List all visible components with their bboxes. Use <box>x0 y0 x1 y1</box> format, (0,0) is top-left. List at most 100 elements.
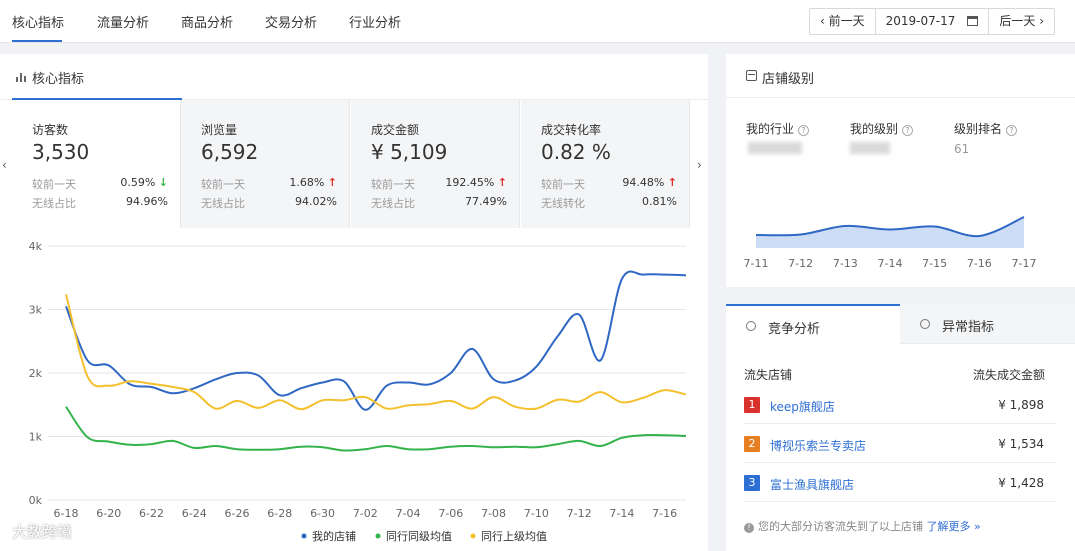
kpi-change-value: 1.68% <box>289 176 325 189</box>
y-tick-label: 1k <box>29 431 43 444</box>
legend-label: 同行上级均值 <box>481 530 547 543</box>
my-level-label: 我的级别? <box>850 120 914 137</box>
shop-link[interactable]: 博视乐索兰专卖店 <box>770 437 866 454</box>
x-tick-label: 7-08 <box>481 507 506 520</box>
x-tick-label: 6-30 <box>310 507 335 520</box>
tab-product-analysis[interactable]: 商品分析 <box>181 12 233 31</box>
table-row: 3 富士渔具旗舰店 ¥ 1,428 <box>744 464 1056 502</box>
x-tick-label: 7-15 <box>922 257 947 270</box>
x-tick-label: 7-12 <box>567 507 592 520</box>
learn-more-link[interactable]: 了解更多 » <box>927 520 981 533</box>
x-tick-label: 7-12 <box>788 257 813 270</box>
calendar-icon <box>967 16 979 26</box>
kpi-value: 6,592 <box>201 140 259 164</box>
tip-text: 您的大部分访客流失到了以上店铺 <box>758 520 923 533</box>
kpi-ratio-row: 无线占比 77.49% <box>371 195 507 211</box>
shop-link[interactable]: 富士渔具旗舰店 <box>770 476 854 493</box>
x-tick-label: 6-24 <box>182 507 207 520</box>
kpi-change-row: 较前一天 94.48% ↑ <box>541 176 677 192</box>
active-tab-indicator <box>12 40 62 42</box>
y-tick-label: 3k <box>29 304 43 317</box>
x-tick-label: 7-04 <box>396 507 421 520</box>
x-tick-label: 7-14 <box>878 257 903 270</box>
help-icon[interactable]: ? <box>798 125 810 136</box>
column-header-amount: 流失成交金额 <box>972 368 1045 382</box>
store-level-panel: 店铺级别 我的行业? 我的级别? 级别排名? 61 7-11 7-12 7-13 7-… <box>726 54 1075 287</box>
y-tick-label: 4k <box>29 240 43 253</box>
next-day-button[interactable]: 后一天 › <box>988 9 1054 34</box>
column-header-shop: 流失店铺 <box>744 368 793 382</box>
trend-line-chart: 0k 1k 2k 3k 4k 6-18 6-20 6-22 6-24 6-26 6-28 6-30 7-… <box>29 240 687 543</box>
x-tick-label: 7-06 <box>438 507 463 520</box>
kpi-change-row: 较前一天 192.45% ↑ <box>371 176 507 192</box>
x-tick-label: 6-20 <box>96 507 121 520</box>
my-industry-label: 我的行业? <box>746 120 810 137</box>
kpi-change-row: 较前一天 1.68% ↑ <box>201 176 337 192</box>
store-level-header: 店铺级别 <box>726 54 1075 98</box>
kpi-value: 3,530 <box>32 140 90 164</box>
blurred-industry-value <box>748 142 802 154</box>
arrow-up-icon: ↑ <box>497 176 507 189</box>
series-line-0 <box>65 270 687 411</box>
store-level-title: 店铺级别 <box>762 72 815 87</box>
x-tick-label: 7-16 <box>652 507 677 520</box>
kpi-ratio-value: 0.81% <box>642 195 677 208</box>
info-icon: ! <box>744 523 754 533</box>
store-icon <box>746 70 757 81</box>
legend-label: 我的店铺 <box>312 529 356 543</box>
kpi-ratio-value: 94.02% <box>295 195 337 208</box>
kpi-change-row: 较前一天 0.59% ↓ <box>32 176 168 192</box>
tab-core-metrics[interactable]: 核心指标 <box>12 12 64 31</box>
kpi-ratio-value: 94.96% <box>126 195 168 208</box>
tab-transaction-analysis[interactable]: 交易分析 <box>265 12 317 31</box>
table-row: 1 keep旗舰店 ¥ 1,898 <box>744 386 1056 424</box>
tab-traffic-analysis[interactable]: 流量分析 <box>97 12 149 31</box>
x-tick-label: 7-17 <box>1012 257 1037 270</box>
y-tick-label: 2k <box>29 367 43 380</box>
kpi-card-pageviews[interactable]: 浏览量 6,592 较前一天 1.68% ↑ 无线占比 94.02% <box>181 100 350 228</box>
kpi-label: 访客数 <box>32 123 69 137</box>
kpi-change-value: 192.45% <box>445 176 495 189</box>
core-metrics-panel: 核心指标 ‹ › 访客数 3,530 较前一天 0.59% ↓ 无线占比 94.96… <box>0 54 708 551</box>
area-fill <box>756 217 1024 248</box>
help-icon[interactable]: ? <box>902 125 914 136</box>
top-nav: 核心指标 流量分析 商品分析 交易分析 行业分析 ‹ 前一天 2019-07-1… <box>0 0 1075 43</box>
arrow-up-icon: ↑ <box>667 176 677 189</box>
competition-tabs: 竞争分析 异常指标 <box>726 304 1075 344</box>
help-icon[interactable]: ? <box>1006 125 1018 136</box>
kpi-ratio-row: 无线占比 94.02% <box>201 195 337 211</box>
kpi-change-label: 较前一天 <box>371 178 415 191</box>
tab-competition[interactable]: 竞争分析 <box>726 304 900 344</box>
kpi-card-gmv[interactable]: 成交金额 ¥ 5,109 较前一天 192.45% ↑ 无线占比 77.49% <box>351 100 520 228</box>
level-trend-chart: 7-11 7-12 7-13 7-14 7-15 7-16 7-17 <box>744 216 1037 270</box>
scroll-right-icon[interactable]: › <box>697 158 702 172</box>
rank-badge: 1 <box>744 397 760 413</box>
tab-industry-analysis[interactable]: 行业分析 <box>349 12 401 31</box>
series-line-1 <box>65 406 687 452</box>
tab-anomaly[interactable]: 异常指标 <box>900 304 1075 344</box>
rank-badge: 3 <box>744 475 760 491</box>
kpi-card-conversion[interactable]: 成交转化率 0.82 % 较前一天 94.48% ↑ 无线转化 0.81% <box>521 100 690 228</box>
kpi-change-label: 较前一天 <box>541 178 585 191</box>
shop-link[interactable]: keep旗舰店 <box>770 398 835 415</box>
prev-day-button[interactable]: ‹ 前一天 <box>810 9 875 34</box>
level-rank-label: 级别排名? <box>954 120 1018 137</box>
kpi-value: 0.82 % <box>541 140 611 164</box>
kpi-ratio-label: 无线占比 <box>201 197 245 210</box>
clock-icon <box>920 319 930 329</box>
competition-icon <box>746 321 756 331</box>
scroll-left-icon[interactable]: ‹ <box>2 158 7 172</box>
x-tick-label: 7-16 <box>967 257 992 270</box>
x-tick-label: 7-11 <box>744 257 769 270</box>
bar-chart-icon <box>16 72 26 82</box>
legend-marker <box>301 533 307 539</box>
x-tick-label: 7-02 <box>353 507 378 520</box>
rank-badge: 2 <box>744 436 760 452</box>
kpi-change-value: 94.48% <box>622 176 665 189</box>
x-tick-label: 7-14 <box>609 507 634 520</box>
date-field[interactable]: 2019-07-17 <box>874 9 989 34</box>
kpi-card-visitors[interactable]: 访客数 3,530 较前一天 0.59% ↓ 无线占比 94.96% <box>12 100 181 228</box>
lost-amount: ¥ 1,428 <box>998 476 1044 490</box>
x-tick-label: 6-22 <box>139 507 164 520</box>
kpi-change-value: 0.59% <box>120 176 156 189</box>
